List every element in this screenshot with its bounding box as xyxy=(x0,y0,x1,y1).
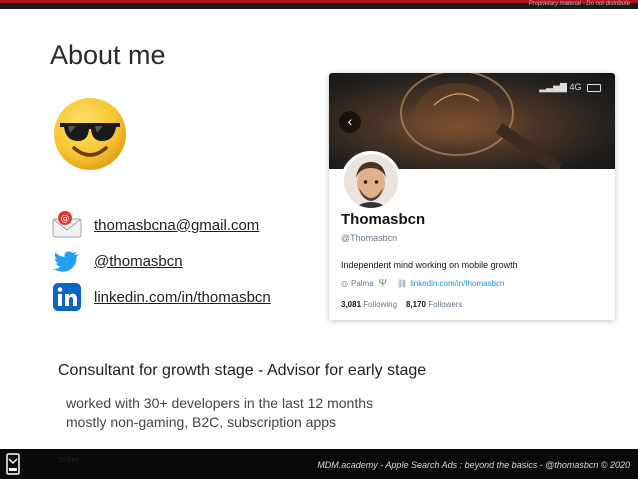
contact-twitter: @thomasbcn xyxy=(52,246,183,276)
avatar[interactable] xyxy=(341,151,401,211)
profile-location: Palma xyxy=(350,279,374,288)
linkedin-link[interactable]: linkedin.com/in/thomasbcn xyxy=(94,289,271,306)
footer-text: MDM.academy - Apple Search Ads : beyond … xyxy=(317,460,630,470)
tagline: Consultant for growth stage - Advisor fo… xyxy=(58,362,427,379)
twitter-icon xyxy=(53,251,78,272)
avatar-illustration xyxy=(344,154,398,208)
profile-website-link[interactable]: linkedin.com/in/thomasbcn xyxy=(410,279,504,288)
network-label: 4G xyxy=(569,82,582,92)
signal-icon: ▂▃▅▇ xyxy=(539,82,567,92)
logo-icon xyxy=(6,453,20,475)
profile-handle: @Thomasbcn xyxy=(341,233,398,243)
battery-icon xyxy=(587,83,601,92)
following-count: 3,081 xyxy=(341,300,362,309)
contact-email: @ thomasbcna@gmail.com xyxy=(52,210,259,240)
profile-bio: Independent mind working on mobile growt… xyxy=(341,260,518,270)
followers-count: 8,170 xyxy=(405,300,426,309)
profile-name: Thomasbcn xyxy=(341,211,426,228)
profile-meta: ◎ Palma Ψ ⛓ linkedin.com/in/thomasbcn xyxy=(341,278,504,289)
twitter-profile-card: ▂▃▅▇ 4G ‹ Thomasbcn @Thomasbcn Independe… xyxy=(329,73,615,320)
twitter-link[interactable]: @thomasbcn xyxy=(94,253,183,270)
detail-line: worked with 30+ developers in the last 1… xyxy=(66,395,374,411)
footer-slide-id: SSfree xyxy=(58,457,80,464)
linkedin-icon xyxy=(53,283,81,311)
palm-tree-icon: Ψ xyxy=(378,278,388,289)
link-icon: ⛓ xyxy=(397,279,408,288)
email-icon: @ xyxy=(52,211,82,238)
slide-title: About me xyxy=(50,40,166,70)
profile-stats: 3,081 Following 8,170 Followers xyxy=(341,300,462,309)
detail-line: mostly non-gaming, B2C, subscription app… xyxy=(66,414,337,430)
phone-status-bar: ▂▃▅▇ 4G xyxy=(539,82,601,93)
location-pin-icon: ◎ xyxy=(341,279,348,288)
sunglasses-emoji-icon xyxy=(54,98,126,170)
contact-linkedin: linkedin.com/in/thomasbcn xyxy=(52,282,271,312)
following-label[interactable]: Following xyxy=(363,300,397,309)
back-arrow-icon[interactable]: ‹ xyxy=(339,111,361,133)
email-link[interactable]: thomasbcna@gmail.com xyxy=(94,217,259,234)
svg-text:@: @ xyxy=(61,214,70,224)
confidentiality-notice: Proprietary material - Do not distribute xyxy=(528,1,630,7)
followers-label[interactable]: Followers xyxy=(428,300,462,309)
